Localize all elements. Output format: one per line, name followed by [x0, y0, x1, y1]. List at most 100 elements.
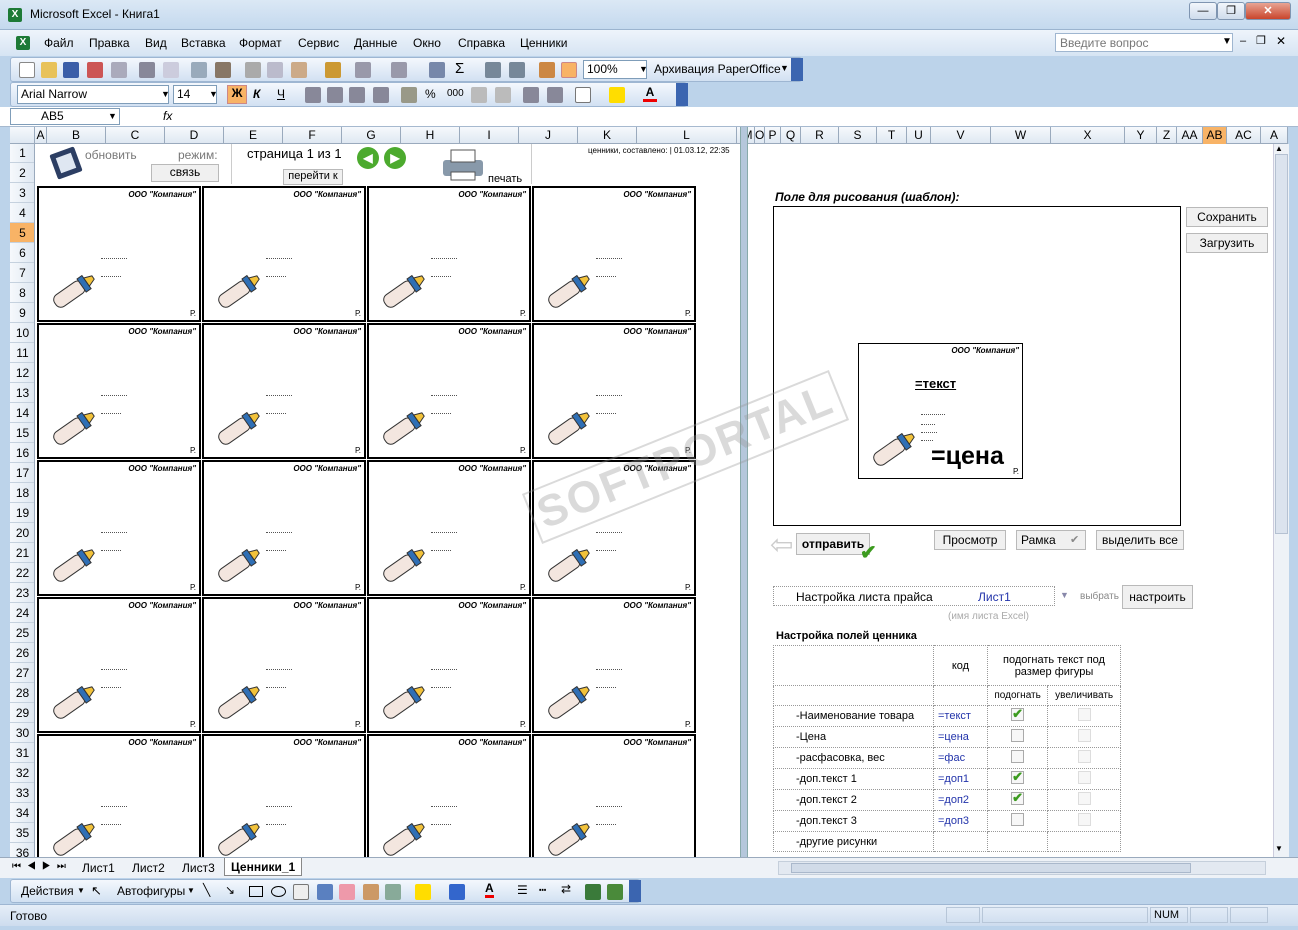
currency-icon[interactable] [401, 87, 417, 103]
row-header[interactable]: 8 [10, 283, 34, 303]
price-tag[interactable]: ООО "Компания"Р. [37, 186, 201, 322]
prev-page-icon[interactable]: ◀ [357, 147, 379, 169]
row-header[interactable]: 15 [10, 423, 34, 443]
field-code[interactable]: =текст [933, 705, 988, 727]
draw-font-color-icon[interactable]: A [485, 881, 494, 898]
zoom-select[interactable]: 100% [583, 60, 647, 79]
enlarge-checkbox[interactable] [1077, 750, 1091, 763]
col-header[interactable]: L [637, 127, 737, 144]
row-header[interactable]: 30 [10, 723, 34, 743]
increase-decimal-icon[interactable] [471, 87, 487, 103]
select-object-icon[interactable]: ↖ [91, 883, 102, 899]
col-header[interactable]: K [578, 127, 637, 144]
size-dropdown-icon[interactable]: ▼ [209, 89, 218, 99]
field-code[interactable]: =фас [933, 747, 988, 769]
field-code[interactable]: =доп3 [933, 810, 988, 832]
template-label[interactable]: ООО "Компания" =текст =цена Р. [858, 343, 1023, 479]
row-header[interactable]: 32 [10, 763, 34, 783]
row-header[interactable]: 11 [10, 343, 34, 363]
row-header[interactable]: 29 [10, 703, 34, 723]
row-header[interactable]: 35 [10, 823, 34, 843]
minimize-icon[interactable]: — [1189, 2, 1217, 20]
price-tag[interactable]: ООО "Компания"Р. [367, 186, 531, 322]
row-header[interactable]: 22 [10, 563, 34, 583]
underline-button[interactable]: Ч [277, 87, 285, 101]
print-label[interactable]: печать [488, 173, 522, 185]
row-header[interactable]: 31 [10, 743, 34, 763]
col-header[interactable]: E [224, 127, 283, 144]
paperoffice-archive-button[interactable]: Архивация PaperOffice [654, 62, 781, 76]
row-header[interactable]: 20 [10, 523, 34, 543]
row-header[interactable]: 17 [10, 463, 34, 483]
zoom-dropdown-icon[interactable]: ▼ [639, 64, 648, 74]
row-header[interactable]: 26 [10, 643, 34, 663]
col-header[interactable]: Y [1125, 127, 1157, 144]
fill-color-icon[interactable] [609, 87, 625, 103]
menu-edit[interactable]: Правка [89, 36, 130, 50]
row-header[interactable]: 24 [10, 603, 34, 623]
new-icon[interactable] [19, 62, 35, 78]
price-tag[interactable]: ООО "Компания"Р. [202, 597, 366, 733]
bold-button[interactable]: Ж [227, 85, 247, 104]
menu-tsenniki[interactable]: Ценники [520, 36, 567, 50]
row-header[interactable]: 21 [10, 543, 34, 563]
sort-asc-icon[interactable] [485, 62, 501, 78]
price-tag[interactable]: ООО "Компания"Р. [367, 734, 531, 857]
row-header[interactable]: 7 [10, 263, 34, 283]
email-icon[interactable] [111, 62, 127, 78]
row-header[interactable]: 16 [10, 443, 34, 463]
merge-center-icon[interactable] [373, 87, 389, 103]
price-tag[interactable]: ООО "Компания"Р. [532, 186, 696, 322]
row-header[interactable]: 33 [10, 783, 34, 803]
scroll-up-icon[interactable]: ▲ [1275, 144, 1283, 153]
field-code[interactable]: =цена [933, 726, 988, 748]
price-tag[interactable]: ООО "Компания"Р. [37, 460, 201, 596]
font-name-select[interactable]: Arial Narrow [17, 85, 169, 104]
price-tag[interactable]: ООО "Компания"Р. [202, 186, 366, 322]
align-center-icon[interactable] [327, 87, 343, 103]
row-header[interactable]: 2 [10, 163, 34, 183]
decrease-decimal-icon[interactable] [495, 87, 511, 103]
row-header[interactable]: 10 [10, 323, 34, 343]
select-all-corner[interactable] [10, 127, 35, 144]
fit-checkbox[interactable] [1011, 790, 1025, 806]
tab-nav-icons[interactable]: ⏮◀▶⏭ [12, 861, 72, 872]
save-template-button[interactable]: Сохранить [1186, 207, 1268, 227]
horizontal-scrollbar[interactable] [778, 861, 1266, 875]
col-header[interactable]: Q [781, 127, 801, 144]
wordart-icon[interactable] [317, 884, 333, 900]
row-header[interactable]: 19 [10, 503, 34, 523]
chart-wizard-icon[interactable] [539, 62, 555, 78]
price-tag[interactable]: ООО "Компания"Р. [367, 323, 531, 459]
row-header[interactable]: 6 [10, 243, 34, 263]
autoshapes-dropdown-icon[interactable]: ▼ [187, 886, 195, 895]
toolbar-options-icon[interactable] [791, 58, 803, 81]
load-template-button[interactable]: Загрузить [1186, 233, 1268, 253]
fit-checkbox[interactable] [1011, 750, 1025, 763]
fit-checkbox[interactable] [1011, 769, 1025, 785]
print-preview-icon[interactable] [163, 62, 179, 78]
actions-menu[interactable]: Действия [21, 884, 74, 898]
clipart-icon[interactable] [363, 884, 379, 900]
tab-sheet3[interactable]: Лист3 [176, 859, 221, 877]
link-button[interactable]: связь [151, 164, 219, 182]
col-header[interactable]: S [839, 127, 877, 144]
3d-icon[interactable] [607, 884, 623, 900]
autoshapes-menu[interactable]: Автофигуры [117, 884, 185, 898]
fx-icon[interactable]: fx [163, 109, 172, 123]
dash-style-icon[interactable]: ┅ [539, 883, 546, 897]
col-header[interactable]: W [991, 127, 1051, 144]
col-header[interactable]: H [401, 127, 460, 144]
menu-window[interactable]: Окно [413, 36, 441, 50]
doc-close-icon[interactable]: ✕ [1276, 34, 1286, 48]
menu-view[interactable]: Вид [145, 36, 167, 50]
col-header[interactable]: A [1261, 127, 1288, 144]
row-header[interactable]: 25 [10, 623, 34, 643]
field-code[interactable] [933, 831, 988, 852]
fit-checkbox[interactable] [1011, 729, 1025, 742]
archive-dropdown-icon[interactable]: ▼ [780, 63, 789, 73]
ask-question-input[interactable]: Введите вопрос [1055, 33, 1233, 52]
spelling-icon[interactable] [191, 62, 207, 78]
enlarge-checkbox[interactable] [1077, 708, 1091, 721]
doc-minimize-icon[interactable]: – [1240, 35, 1246, 47]
